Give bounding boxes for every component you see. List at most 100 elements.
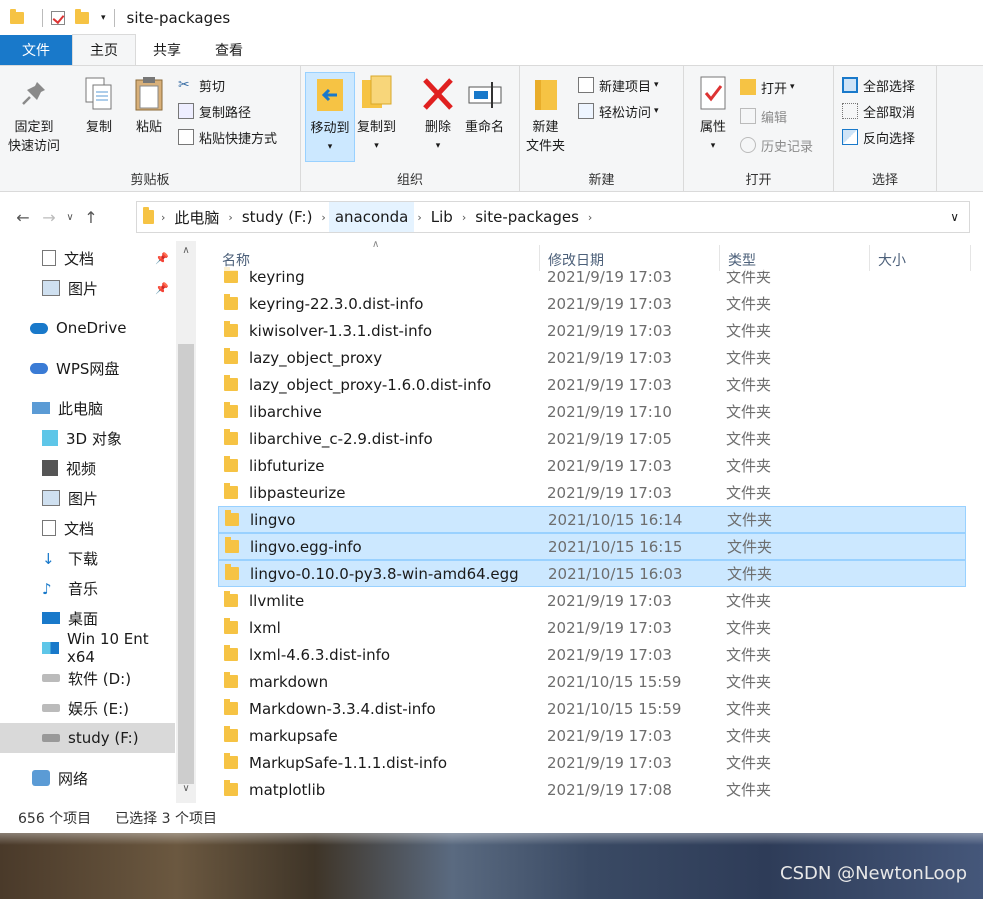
file-name: lazy_object_proxy-1.6.0.dist-info [249, 375, 492, 394]
tab-file[interactable]: 文件 [0, 35, 72, 65]
breadcrumb-study[interactable]: study (F:) [236, 202, 319, 232]
quick-access-dropdown-icon[interactable]: ▾ [101, 13, 106, 23]
paste-button[interactable]: 粘贴 [130, 74, 168, 137]
sidebar-item-win10[interactable]: Win 10 Ent x64 [0, 630, 175, 666]
scroll-down-icon[interactable]: ∨ [176, 783, 196, 801]
sidebar-item-drive-f[interactable]: study (F:) [0, 723, 175, 753]
folder-icon [143, 207, 154, 224]
up-arrow-icon[interactable]: ↑ [78, 208, 104, 227]
chevron-right-icon[interactable]: › [459, 211, 469, 224]
file-type: 文件夹 [726, 727, 772, 745]
move-to-button[interactable]: 移动到 ▾ [305, 72, 355, 162]
column-divider[interactable] [970, 245, 971, 271]
scroll-thumb[interactable] [178, 344, 194, 784]
sidebar-item-this-pc[interactable]: 此电脑 [0, 393, 175, 423]
file-row[interactable]: libarchive 2021/9/19 17:10 文件夹 [218, 398, 966, 425]
delete-button[interactable]: 删除 ▾ [419, 74, 457, 156]
address-bar[interactable]: › 此电脑 › study (F:) › anaconda › Lib › si… [136, 201, 970, 233]
column-divider[interactable] [719, 245, 720, 271]
file-row[interactable]: markdown 2021/10/15 15:59 文件夹 [218, 668, 966, 695]
properties-button[interactable]: 属性 ▾ [694, 74, 732, 156]
tab-share[interactable]: 共享 [136, 35, 198, 65]
sidebar-item-drive-d[interactable]: 软件 (D:) [0, 663, 175, 693]
file-row[interactable]: lxml-4.6.3.dist-info 2021/9/19 17:03 文件夹 [218, 641, 966, 668]
sidebar-item-drive-e[interactable]: 娱乐 (E:) [0, 693, 175, 723]
chevron-right-icon[interactable]: › [585, 211, 595, 224]
select-none-button[interactable]: 全部取消 [842, 100, 915, 122]
file-row[interactable]: Markdown-3.3.4.dist-info 2021/10/15 15:59… [218, 695, 966, 722]
easy-access-button[interactable]: 轻松访问 ▾ [578, 100, 659, 122]
sidebar-item-music[interactable]: ♪ 音乐 [0, 573, 175, 603]
chevron-right-icon[interactable]: › [414, 211, 424, 224]
column-type[interactable]: 类型 [728, 250, 756, 270]
copy-button[interactable]: 复制 [80, 74, 118, 137]
edit-button[interactable]: 编辑 [740, 105, 787, 127]
pin-icon[interactable]: 📌 [155, 282, 169, 295]
file-row[interactable]: lxml 2021/9/19 17:03 文件夹 [218, 614, 966, 641]
open-button[interactable]: 打开 ▾ [740, 76, 795, 98]
cut-button[interactable]: ✂ 剪切 [178, 74, 225, 96]
copy-path-button[interactable]: 复制路径 [178, 100, 251, 122]
invert-selection-button[interactable]: 反向选择 [842, 126, 915, 148]
sidebar-item-pictures-pinned[interactable]: 图片 📌 [0, 273, 175, 303]
sidebar-item-onedrive[interactable]: OneDrive [0, 313, 175, 343]
file-row[interactable]: markupsafe 2021/9/19 17:03 文件夹 [218, 722, 966, 749]
new-folder-icon[interactable] [75, 9, 91, 26]
sidebar-item-documents[interactable]: 文档 [0, 513, 175, 543]
column-size[interactable]: 大小 [878, 250, 906, 270]
file-row[interactable]: lingvo-0.10.0-py3.8-win-amd64.egg 2021/10… [218, 560, 966, 587]
sidebar-item-downloads[interactable]: ↓ 下载 [0, 543, 175, 573]
file-row[interactable]: lingvo.egg-info 2021/10/15 16:15 文件夹 [218, 533, 966, 560]
scroll-up-icon[interactable]: ∧ [176, 245, 196, 263]
file-row[interactable]: libarchive_c-2.9.dist-info 2021/9/19 17:0… [218, 425, 966, 452]
history-button[interactable]: 历史记录 [740, 134, 813, 156]
column-date[interactable]: 修改日期 [548, 250, 604, 270]
file-row[interactable]: MarkupSafe-1.1.1.dist-info 2021/9/19 17:0… [218, 749, 966, 776]
chevron-right-icon[interactable]: › [318, 211, 328, 224]
file-row[interactable]: kiwisolver-1.3.1.dist-info 2021/9/19 17:0… [218, 317, 966, 344]
paste-shortcut-button[interactable]: 粘贴快捷方式 [178, 126, 277, 148]
sidebar-item-desktop[interactable]: 桌面 [0, 603, 175, 633]
breadcrumb-lib[interactable]: Lib [425, 202, 459, 232]
file-row[interactable]: lazy_object_proxy-1.6.0.dist-info 2021/9/… [218, 371, 966, 398]
recent-locations-icon[interactable]: ∨ [62, 212, 78, 223]
file-row[interactable]: keyring-22.3.0.dist-info 2021/9/19 17:03 文… [218, 290, 966, 317]
sidebar-item-network[interactable]: 网络 [0, 763, 175, 793]
new-folder-button[interactable]: 新建 文件夹 [526, 74, 565, 156]
new-item-button[interactable]: 新建项目 ▾ [578, 74, 659, 96]
column-name[interactable]: 名称 [222, 250, 250, 270]
pin-quick-access-button[interactable]: 固定到 快速访问 [8, 74, 60, 156]
sidebar-item-videos[interactable]: 视频 [0, 453, 175, 483]
file-row[interactable]: libpasteurize 2021/9/19 17:03 文件夹 [218, 479, 966, 506]
properties-check-icon[interactable] [51, 10, 67, 26]
tab-home[interactable]: 主页 [72, 34, 136, 65]
sidebar-item-pictures[interactable]: 图片 [0, 483, 175, 513]
chevron-right-icon[interactable]: › [225, 211, 235, 224]
chevron-right-icon[interactable]: › [158, 211, 168, 224]
select-all-button[interactable]: 全部选择 [842, 74, 915, 96]
file-row[interactable]: matplotlib 2021/9/19 17:08 文件夹 [218, 776, 966, 803]
breadcrumb-this-pc[interactable]: 此电脑 [168, 202, 225, 232]
file-row[interactable]: lingvo 2021/10/15 16:14 文件夹 [218, 506, 966, 533]
file-date: 2021/9/19 17:03 [547, 618, 672, 637]
copy-to-button[interactable]: 复制到 ▾ [357, 74, 396, 156]
edit-label: 编辑 [761, 110, 788, 126]
forward-arrow-icon[interactable]: → [36, 208, 62, 227]
rename-button[interactable]: 重命名 [465, 74, 504, 137]
file-row[interactable]: llvmlite 2021/9/19 17:03 文件夹 [218, 587, 966, 614]
sidebar-item-wps[interactable]: WPS网盘 [0, 353, 175, 383]
sidebar-item-3d[interactable]: 3D 对象 [0, 423, 175, 453]
address-dropdown-icon[interactable]: ∨ [950, 210, 959, 224]
sidebar-scrollbar[interactable]: ∧ ∨ [176, 241, 196, 803]
tab-view[interactable]: 查看 [198, 35, 260, 65]
new-item-label: 新建项目 [599, 79, 652, 95]
back-arrow-icon[interactable]: ← [10, 208, 36, 227]
column-divider[interactable] [539, 245, 540, 271]
breadcrumb-site-packages[interactable]: site-packages [469, 202, 585, 232]
column-divider[interactable] [869, 245, 870, 271]
file-row[interactable]: libfuturize 2021/9/19 17:03 文件夹 [218, 452, 966, 479]
file-row[interactable]: lazy_object_proxy 2021/9/19 17:03 文件夹 [218, 344, 966, 371]
breadcrumb-anaconda[interactable]: anaconda [328, 202, 415, 232]
sidebar-item-documents-pinned[interactable]: 文档 📌 [0, 243, 175, 273]
pin-icon[interactable]: 📌 [155, 252, 169, 265]
